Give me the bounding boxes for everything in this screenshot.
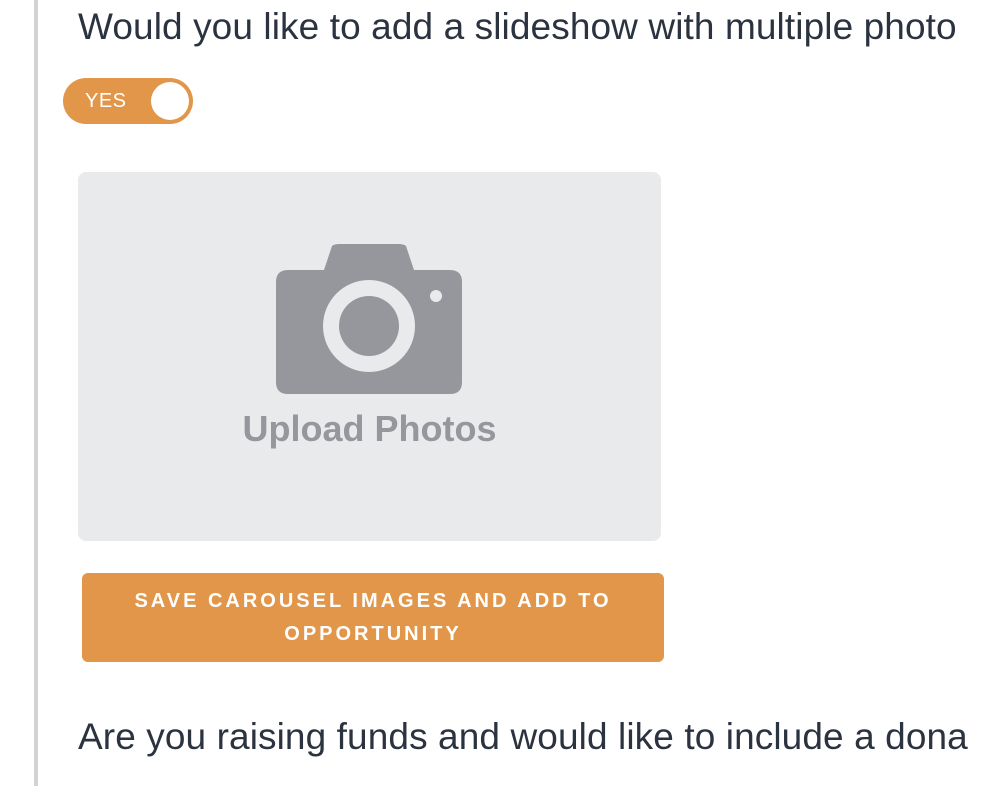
slideshow-question: Would you like to add a slideshow with m… [78,6,957,47]
upload-photos-label: Upload Photos [242,408,497,449]
upload-photos-dropzone[interactable]: Upload Photos [78,172,661,541]
page: Would you like to add a slideshow with m… [0,0,1000,786]
donation-question: Are you raising funds and would like to … [78,716,968,757]
left-rule-divider [34,0,38,786]
toggle-knob [151,82,189,120]
save-carousel-button[interactable]: SAVE CAROUSEL IMAGES AND ADD TO OPPORTUN… [82,573,664,662]
slideshow-toggle[interactable]: YES [63,78,193,124]
camera-icon [276,244,462,394]
toggle-label: YES [85,90,127,112]
